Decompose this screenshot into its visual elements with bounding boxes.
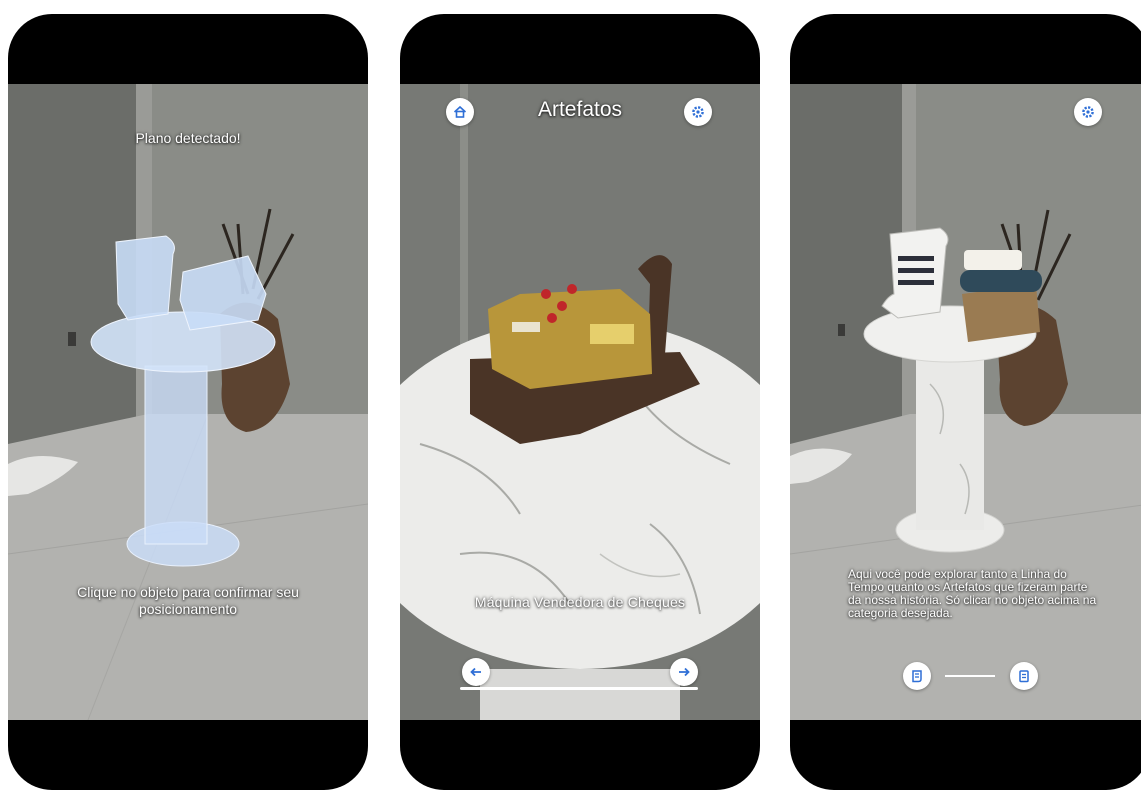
phone-screen-plane-detected: Plano detectado! Clique no objeto para c…: [8, 14, 368, 790]
confirm-placement-instruction: Clique no objeto para confirmar seu posi…: [77, 584, 299, 617]
settings-button[interactable]: [684, 98, 712, 126]
wall-column: [460, 84, 468, 364]
ar-scene: [400, 84, 760, 720]
machine-key: [567, 284, 577, 294]
category-connector-line: [945, 675, 995, 677]
machine-key: [547, 313, 557, 323]
wall-outlet: [68, 332, 76, 346]
scroll-line: [898, 256, 934, 261]
arrow-right-icon: [679, 667, 690, 677]
previous-artifact-button[interactable]: [462, 658, 490, 686]
plane-detected-message: Plano detectado!: [135, 130, 241, 146]
timeline-button[interactable]: [903, 662, 931, 690]
hologram-scroll: [115, 235, 175, 321]
camera-view: Artefatos Máquina Vendedora de Cheques: [400, 84, 760, 720]
machine-paper: [964, 250, 1022, 270]
machine-display: [512, 322, 540, 332]
ar-scene: [8, 84, 368, 720]
explore-info-message: Aqui você pode explorar tanto a Linha do…: [848, 567, 1097, 620]
ar-scene: [790, 84, 1141, 720]
scroll-line: [898, 268, 934, 273]
machine-roller: [960, 270, 1042, 292]
marble-table-column: [916, 346, 984, 530]
marble-pedestal: [480, 669, 680, 720]
artifact-name: Máquina Vendedora de Cheques: [474, 594, 686, 610]
artifact-progress-bar: [460, 687, 698, 690]
document-icon: [1019, 670, 1029, 683]
machine-key: [541, 289, 551, 299]
machine-label: [590, 324, 634, 344]
hologram-table-column: [144, 365, 208, 545]
next-artifact-button[interactable]: [670, 658, 698, 686]
artifacts-machine-object[interactable]: [962, 284, 1040, 342]
camera-view: Aqui você pode explorar tanto a Linha do…: [790, 84, 1141, 720]
phone-screen-explore: Aqui você pode explorar tanto a Linha do…: [790, 14, 1141, 790]
arrow-left-icon: [470, 667, 481, 677]
artifacts-category-button[interactable]: [1010, 662, 1038, 690]
scroll-icon: [912, 670, 922, 683]
settings-icon: [692, 106, 704, 118]
wall-outlet: [838, 324, 845, 336]
machine-key: [557, 301, 567, 311]
settings-button[interactable]: [1074, 98, 1102, 126]
camera-view: Plano detectado! Clique no objeto para c…: [8, 84, 368, 720]
settings-icon: [1082, 106, 1094, 118]
scroll-line: [898, 280, 934, 285]
phone-screen-artifacts: Artefatos Máquina Vendedora de Cheques: [400, 14, 760, 790]
